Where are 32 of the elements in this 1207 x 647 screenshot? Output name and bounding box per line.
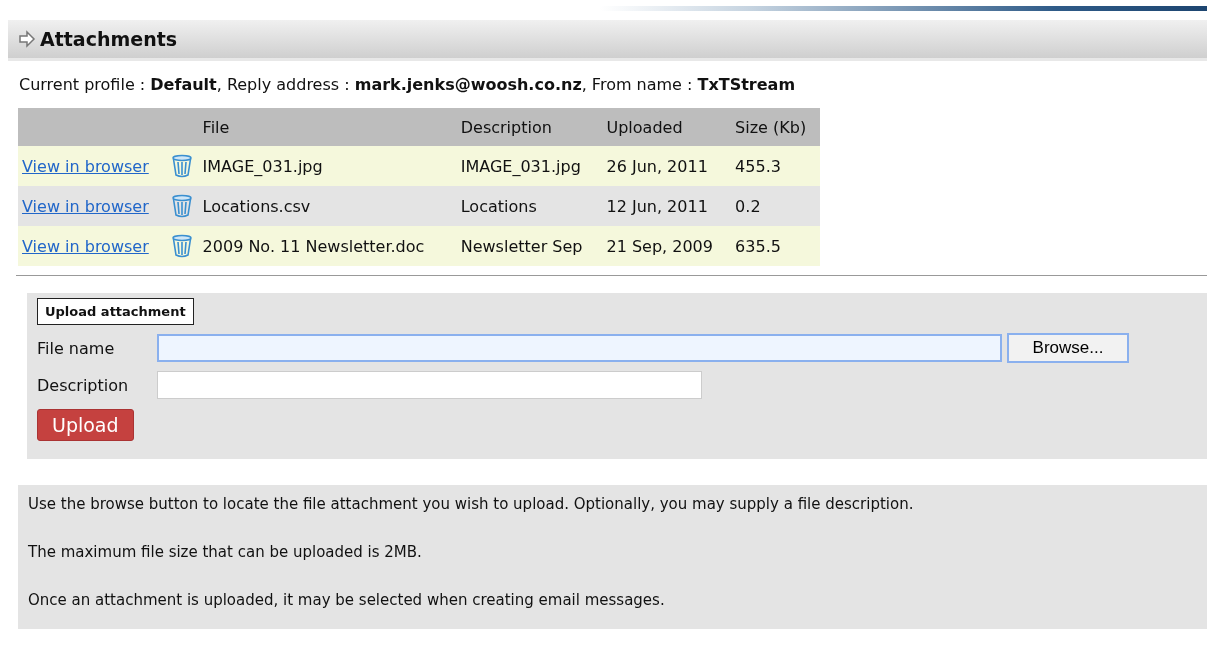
table-cell: Locations [456, 186, 603, 226]
file-name-field[interactable] [157, 334, 1002, 362]
table-cell: Locations.csv [198, 186, 457, 226]
browse-button[interactable]: Browse... [1007, 333, 1129, 363]
trash-icon[interactable] [171, 234, 194, 258]
help-text: Use the browse button to locate the file attachment you wish to upload. Optionally, you may supply a file description. [28, 495, 915, 513]
section-title: Attachments [40, 28, 178, 50]
panel-legend: Upload attachment [37, 298, 194, 325]
table-cell: IMAGE_031.jpg [198, 146, 457, 186]
upload-button[interactable]: Upload [37, 409, 134, 441]
profile-info: Current profile : Default, Reply address : mark.jenks@woosh.co.nz, From name : TxTStream [19, 75, 797, 94]
help-text: The maximum file size that can be uploaded is 2MB. [28, 543, 423, 561]
description-field[interactable] [157, 371, 702, 399]
field-label: Description [37, 375, 130, 395]
table-cell: 12 Jun, 2011 [602, 186, 732, 226]
column-header: Size (Kb) [731, 108, 820, 146]
column-header: File [198, 108, 457, 146]
table-cell: 455.3 [731, 146, 820, 186]
field-label: File name [37, 338, 116, 358]
table-cell: 635.5 [731, 226, 820, 266]
help-text: Once an attachment is uploaded, it may be selected when creating email messages. [28, 591, 666, 609]
table-cell: 26 Jun, 2011 [602, 146, 732, 186]
table-cell: 21 Sep, 2009 [602, 226, 732, 266]
table-cell: 0.2 [731, 186, 820, 226]
arrow-icon [18, 30, 36, 48]
column-header: Description [456, 108, 603, 146]
trash-icon[interactable] [171, 154, 194, 178]
table-cell: Newsletter Sep [456, 226, 603, 266]
trash-icon[interactable] [171, 194, 194, 218]
column-header: Uploaded [602, 108, 732, 146]
table-cell: IMAGE_031.jpg [456, 146, 603, 186]
table-cell: 2009 No. 11 Newsletter.doc [198, 226, 457, 266]
